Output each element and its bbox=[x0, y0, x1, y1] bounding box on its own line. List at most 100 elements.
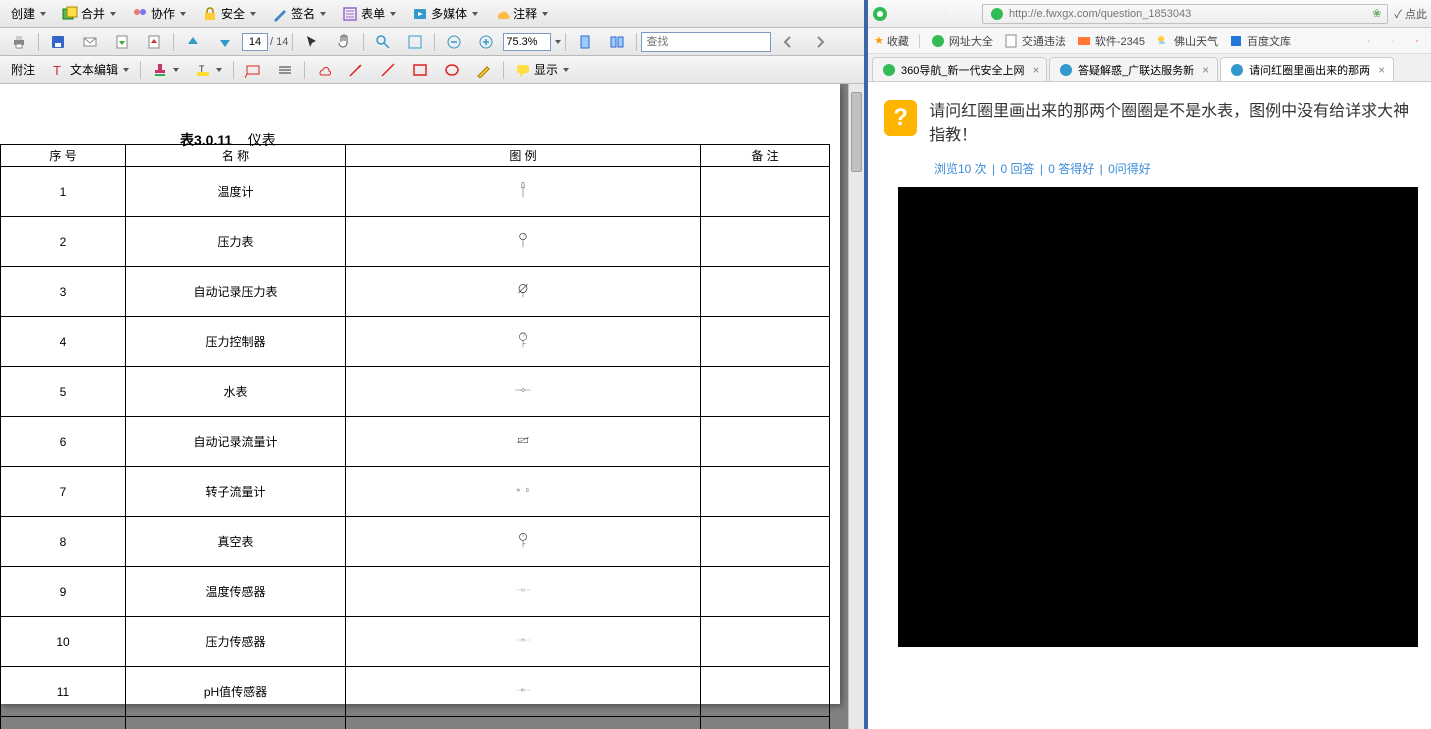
stamp-button[interactable] bbox=[145, 59, 186, 81]
table-row: 11pH值传感器pH bbox=[1, 667, 830, 717]
page-down-icon bbox=[114, 34, 130, 50]
page-total-label: / 14 bbox=[270, 36, 288, 48]
svg-text:T: T bbox=[522, 590, 523, 592]
merge-icon bbox=[62, 6, 78, 22]
bookmarks-bar: ★收藏 网址大全 交通违法 软件-2345 佛山天气 百度文库 bbox=[868, 28, 1431, 54]
line-button[interactable] bbox=[373, 59, 403, 81]
down-arrow-icon bbox=[217, 34, 233, 50]
show-button[interactable]: 显示 bbox=[508, 59, 576, 81]
collab-icon bbox=[132, 6, 148, 22]
create-button[interactable]: 创建 bbox=[4, 3, 53, 25]
bookmark-fav[interactable]: ★收藏 bbox=[874, 33, 909, 49]
forward-button[interactable] bbox=[916, 6, 932, 22]
search-prev-button[interactable] bbox=[773, 31, 803, 53]
media-icon bbox=[412, 6, 428, 22]
browser-urlbar-row: http://e.fwxgx.com/question_1853043❀ ✓ 点… bbox=[868, 0, 1431, 28]
cloud-outline-icon bbox=[316, 62, 332, 78]
plus-icon bbox=[478, 34, 494, 50]
zoom-fit-button[interactable] bbox=[400, 31, 430, 53]
lines-icon bbox=[277, 62, 293, 78]
back-button[interactable] bbox=[894, 6, 910, 22]
form-button[interactable]: 表单 bbox=[335, 3, 403, 25]
pdf-page: 表3.0.11 仪表 序 号 名 称 图 例 备 注 1温度计 2压力表 3自动… bbox=[0, 84, 840, 704]
svg-text:P: P bbox=[522, 640, 523, 642]
email-button[interactable] bbox=[75, 31, 105, 53]
bookmark-item[interactable]: 软件-2345 bbox=[1076, 33, 1145, 49]
reload-button[interactable] bbox=[938, 6, 954, 22]
next-page-button[interactable] bbox=[210, 31, 240, 53]
question-mark-icon: ? bbox=[884, 100, 917, 136]
vertical-scrollbar[interactable] bbox=[848, 84, 864, 729]
table-row: 8真空表 bbox=[1, 517, 830, 567]
note-button[interactable]: 附注 bbox=[4, 59, 42, 81]
url-hint: ✓ 点此 bbox=[1394, 6, 1427, 22]
table-row: 5水表 bbox=[1, 367, 830, 417]
line-icon bbox=[380, 62, 396, 78]
table-row: 1温度计 bbox=[1, 167, 830, 217]
site-icon bbox=[989, 6, 1005, 22]
layout-single[interactable] bbox=[570, 31, 600, 53]
zoom-out-button[interactable] bbox=[439, 31, 469, 53]
comment-button[interactable]: 注释 bbox=[487, 3, 555, 25]
table-row: 10压力传感器P bbox=[1, 617, 830, 667]
page-up-button[interactable] bbox=[139, 31, 169, 53]
print-icon bbox=[11, 34, 27, 50]
bookmark-item[interactable]: 百度文库 bbox=[1228, 33, 1291, 49]
pdf-viewport[interactable]: 表3.0.11 仪表 序 号 名 称 图 例 备 注 1温度计 2压力表 3自动… bbox=[0, 84, 864, 729]
secure-button[interactable]: 安全 bbox=[195, 3, 263, 25]
download-icon[interactable] bbox=[1385, 33, 1401, 49]
video-icon[interactable] bbox=[1409, 33, 1425, 49]
save-button[interactable] bbox=[43, 31, 73, 53]
arrow-icon bbox=[348, 62, 364, 78]
bookmark-item[interactable]: 佛山天气 bbox=[1155, 33, 1218, 49]
browser-tab-active[interactable]: 请问红圈里画出来的那两× bbox=[1220, 57, 1394, 81]
table-row: 2压力表 bbox=[1, 217, 830, 267]
lock-icon bbox=[202, 6, 218, 22]
browser-tab[interactable]: 答疑解惑_广联达服务新× bbox=[1049, 57, 1218, 81]
app-icon bbox=[1076, 33, 1092, 49]
zoom-in-button[interactable] bbox=[471, 31, 501, 53]
tab-close-icon[interactable]: × bbox=[1378, 63, 1385, 77]
url-bar[interactable]: http://e.fwxgx.com/question_1853043❀ bbox=[982, 4, 1388, 24]
prev-page-button[interactable] bbox=[178, 31, 208, 53]
pencil-button[interactable] bbox=[469, 59, 499, 81]
collab-button[interactable]: 协作 bbox=[125, 3, 193, 25]
search-next-button[interactable] bbox=[805, 31, 835, 53]
page-double-icon bbox=[609, 34, 625, 50]
zoom-level-input[interactable] bbox=[503, 33, 551, 51]
page-down-button[interactable] bbox=[107, 31, 137, 53]
bookmark-item[interactable]: 网址大全 bbox=[930, 33, 993, 49]
merge-button[interactable]: 合并 bbox=[55, 3, 123, 25]
callout-button[interactable] bbox=[270, 59, 300, 81]
text-edit-button[interactable]: T文本编辑 bbox=[44, 59, 136, 81]
tab-close-icon[interactable]: × bbox=[1202, 63, 1209, 77]
cad-image: 7F DN40 DN20 bbox=[898, 187, 1418, 647]
oval-button[interactable] bbox=[437, 59, 467, 81]
arrow-button[interactable] bbox=[341, 59, 371, 81]
layout-double[interactable] bbox=[602, 31, 632, 53]
cloud-icon bbox=[494, 6, 510, 22]
page-single-icon bbox=[577, 34, 593, 50]
scroll-thumb[interactable] bbox=[851, 92, 862, 172]
rect-button[interactable] bbox=[405, 59, 435, 81]
instrument-table: 序 号 名 称 图 例 备 注 1温度计 2压力表 3自动记录压力表 4压力控制… bbox=[0, 144, 830, 729]
print-button[interactable] bbox=[4, 31, 34, 53]
select-tool[interactable] bbox=[297, 31, 327, 53]
bookmark-item[interactable]: 交通违法 bbox=[1003, 33, 1066, 49]
home-button[interactable] bbox=[960, 6, 976, 22]
zoom-marquee[interactable] bbox=[368, 31, 398, 53]
pdf-reader-pane: 创建 合并 协作 安全 签名 表单 多媒体 注释 / 14 bbox=[0, 0, 868, 729]
browser-tab[interactable]: 360导航_新一代安全上网× bbox=[872, 57, 1047, 81]
textbox-button[interactable] bbox=[238, 59, 268, 81]
grid-icon[interactable] bbox=[1361, 33, 1377, 49]
media-button[interactable]: 多媒体 bbox=[405, 3, 485, 25]
search-input[interactable] bbox=[641, 32, 771, 52]
hand-tool[interactable] bbox=[329, 31, 359, 53]
mail-icon bbox=[82, 34, 98, 50]
tab-close-icon[interactable]: × bbox=[1032, 63, 1039, 77]
sign-button[interactable]: 签名 bbox=[265, 3, 333, 25]
pdf-toolbar-annot: 附注 T文本编辑 T 显示 bbox=[0, 56, 864, 84]
page-number-input[interactable] bbox=[242, 33, 268, 51]
highlight-button[interactable]: T bbox=[188, 59, 229, 81]
cloud-button[interactable] bbox=[309, 59, 339, 81]
